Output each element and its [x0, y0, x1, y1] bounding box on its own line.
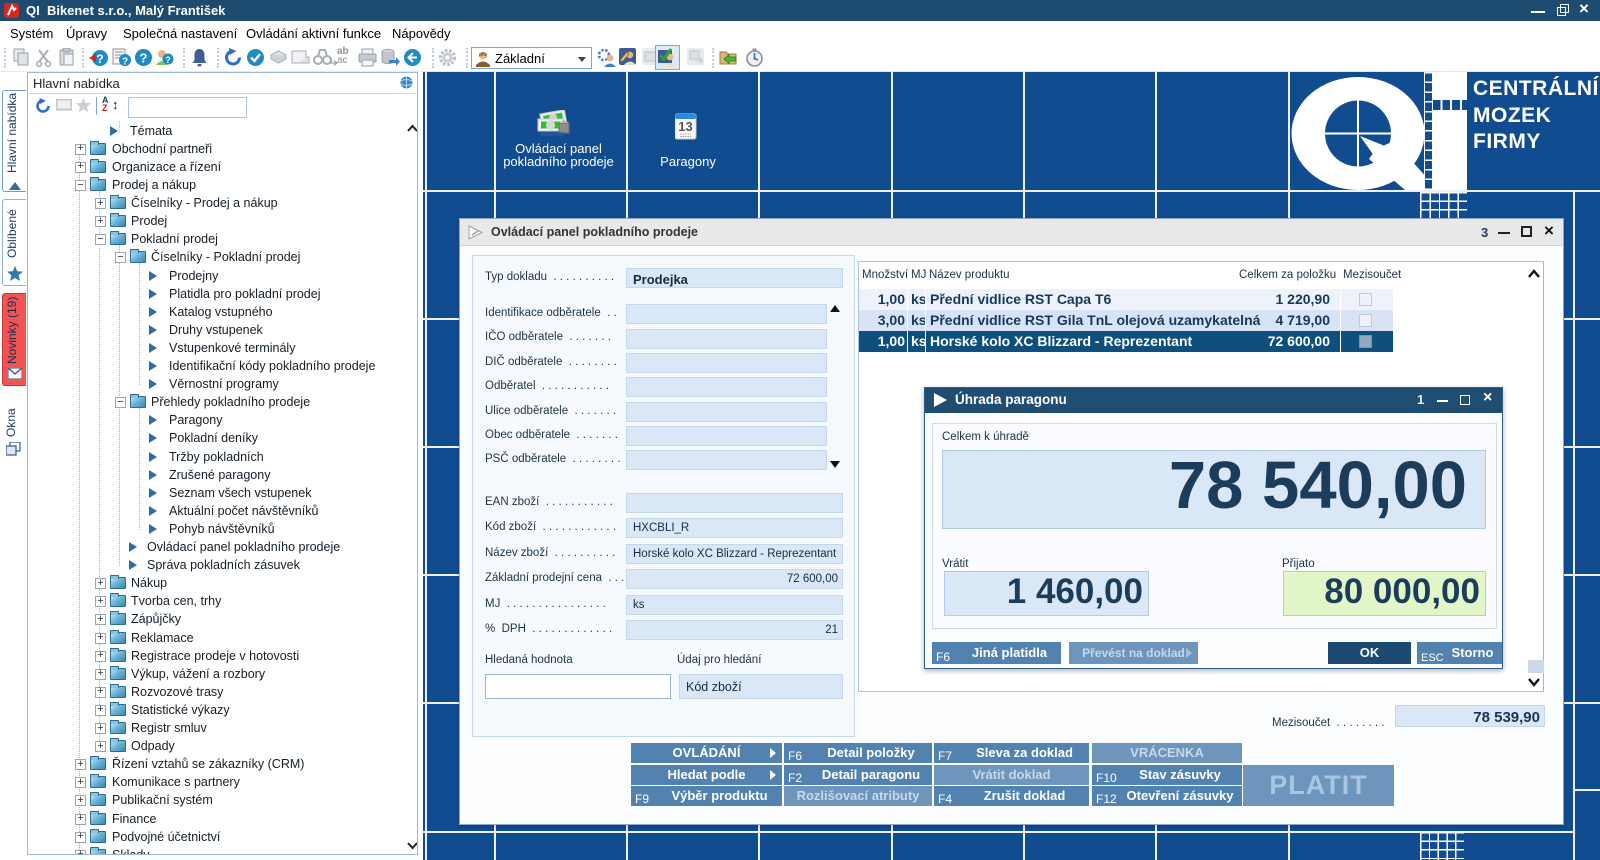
svg-text:13: 13: [678, 119, 692, 134]
svg-text:?: ?: [165, 55, 171, 65]
svg-text:?: ?: [122, 57, 128, 68]
svg-text:?: ?: [96, 52, 103, 66]
svg-text:?: ?: [140, 51, 148, 66]
